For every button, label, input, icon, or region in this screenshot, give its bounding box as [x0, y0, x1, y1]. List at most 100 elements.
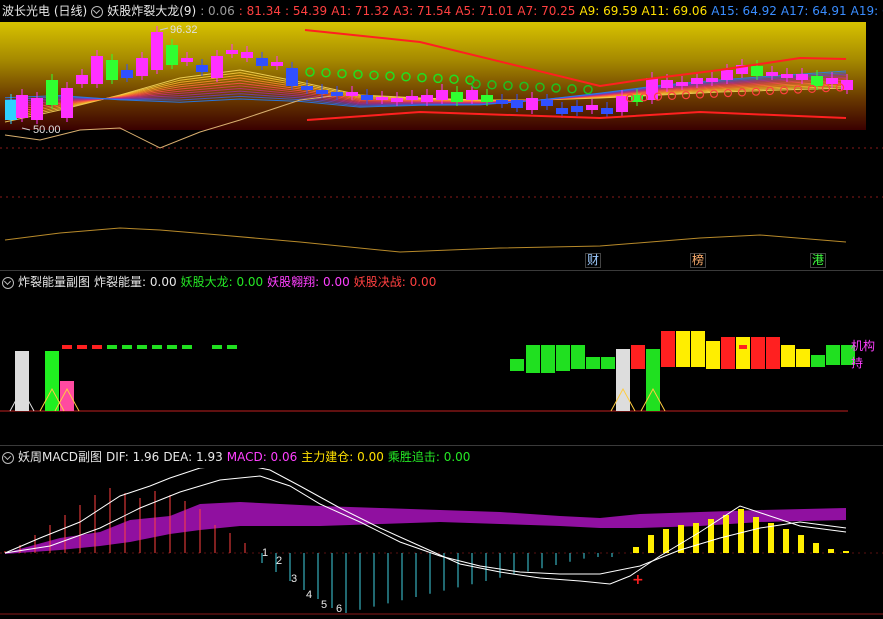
- candle: [511, 100, 523, 108]
- energy-dash: [167, 345, 177, 349]
- energy-bar: [736, 337, 750, 369]
- candle: [556, 108, 568, 114]
- macd-signal-bar: [738, 509, 744, 553]
- candle: [466, 90, 478, 100]
- main-indicator-value-11: A19: 65.44: [850, 4, 883, 18]
- macd-signal-bar: [798, 535, 804, 553]
- macd-indicator-name[interactable]: 妖周MACD副图: [18, 450, 102, 464]
- energy-subchart-panel[interactable]: 炸裂能量副图 炸裂能量: 0.00 妖股大龙: 0.00 妖股翱翔: 0.00 妖股决战…: [0, 270, 883, 446]
- macd-signal-bar: [768, 523, 774, 553]
- main-indicator-value-6: A7: 70.25: [517, 4, 576, 18]
- candle: [601, 108, 613, 114]
- candle: [31, 98, 43, 120]
- macd-signal-bar: [723, 515, 729, 553]
- countdown-label: 2: [276, 555, 282, 567]
- candle: [406, 96, 418, 100]
- energy-dash: [107, 345, 117, 349]
- indicator-dropdown-icon[interactable]: [91, 5, 104, 18]
- candle: [331, 92, 343, 96]
- candle: [571, 106, 583, 112]
- energy-dash: [62, 345, 72, 349]
- main-indicator-name[interactable]: 妖股炸裂大龙(9): [107, 4, 196, 18]
- candle: [61, 88, 73, 118]
- macd-signal-bar: [663, 529, 669, 553]
- macd-subchart-panel[interactable]: 123456 + 妖周MACD副图 DIF: 1.96 DEA: 1.93 MACD:…: [0, 445, 883, 619]
- candle: [5, 100, 17, 120]
- energy-bar: [45, 351, 59, 411]
- macd-indicator-value-1: DEA: 1.93: [163, 450, 223, 464]
- energy-bar: [646, 349, 660, 411]
- main-indicator-value-7: A9: 69.59: [579, 4, 638, 18]
- candle: [16, 95, 28, 118]
- energy-bar: [676, 331, 690, 367]
- energy-dash: [152, 345, 162, 349]
- energy-bar: [811, 355, 825, 367]
- candle: [421, 95, 433, 102]
- macd-subchart-header: 妖周MACD副图 DIF: 1.96 DEA: 1.93 MACD: 0.06 主力建仓…: [0, 446, 883, 468]
- candle: [106, 60, 118, 80]
- macd-cloud-area: [5, 502, 846, 554]
- event-tag-2[interactable]: 港: [810, 253, 827, 268]
- energy-bar: [706, 341, 720, 369]
- main-indicator-value-9: A15: 64.92: [711, 4, 777, 18]
- energy-dash: [77, 345, 87, 349]
- candle: [451, 92, 463, 102]
- energy-bar: [526, 345, 540, 373]
- macd-indicator-value-0: DIF: 1.96: [105, 450, 160, 464]
- event-tag-0[interactable]: 财: [585, 253, 602, 268]
- candle: [316, 90, 328, 94]
- high-price-label: 96.32: [170, 24, 198, 36]
- macd-subchart-canvas: 12345 6 +: [0, 463, 883, 615]
- candle: [811, 76, 823, 86]
- candle: [256, 58, 268, 66]
- candle: [301, 86, 313, 90]
- candle: [766, 72, 778, 76]
- energy-bar: [541, 345, 555, 373]
- energy-dash: [122, 345, 132, 349]
- energy-dash: [92, 345, 102, 349]
- candle: [691, 78, 703, 84]
- candle: [136, 58, 148, 76]
- candle: [706, 78, 718, 82]
- main-chart-header: 波长光电 (日线) 妖股炸裂大龙(9): 0.06: 81.34: 54.39 A1…: [0, 0, 883, 22]
- macd-signal-bar: [813, 543, 819, 553]
- macd-signal-bar: [648, 535, 654, 553]
- subchart2-dropdown-icon[interactable]: [2, 451, 14, 464]
- main-chart-panel[interactable]: 96.32 50.00 波长光电 (日线) 妖股炸裂大龙(9): 0.06: 81…: [0, 0, 883, 270]
- energy-subchart-canvas: [0, 331, 855, 412]
- stock-title[interactable]: 波长光电 (日线): [2, 4, 87, 18]
- candle: [346, 92, 358, 96]
- countdown-label: 1: [262, 547, 268, 559]
- subchart1-dropdown-icon[interactable]: [2, 276, 14, 289]
- energy-bar: [571, 345, 585, 369]
- candle: [271, 62, 283, 66]
- macd-signal-bar: [753, 517, 759, 553]
- energy-dash: [212, 345, 222, 349]
- energy-indicator-value-1: 妖股大龙: 0.00: [180, 275, 264, 289]
- main-indicator-value-4: A3: 71.54: [393, 4, 452, 18]
- candle: [181, 58, 193, 62]
- energy-bar: [616, 349, 630, 411]
- energy-bar: [661, 331, 675, 367]
- energy-indicator-name[interactable]: 炸裂能量副图: [18, 275, 90, 289]
- candle: [541, 100, 553, 106]
- main-indicator-value-2: : 54.39: [284, 4, 328, 18]
- candle: [46, 80, 58, 105]
- candle: [526, 98, 538, 110]
- main-indicator-value-10: A17: 64.91: [780, 4, 847, 18]
- candle: [151, 32, 163, 70]
- macd-signal-bar: [828, 549, 834, 553]
- macd-signal-bar: [708, 519, 714, 553]
- main-indicator-value-0: : 0.06: [200, 4, 235, 18]
- volume-trend-line: [4, 227, 847, 253]
- candle: [166, 45, 178, 65]
- energy-bar: [691, 331, 705, 367]
- candle: [496, 100, 508, 104]
- energy-bar: [781, 345, 795, 367]
- energy-bar: [796, 349, 810, 367]
- candle: [376, 97, 388, 100]
- event-tag-1[interactable]: 榜: [690, 253, 707, 268]
- countdown-label: 3: [291, 573, 297, 585]
- energy-bar: [556, 345, 570, 371]
- macd-indicator-value-4: 乘胜追击: 0.00: [387, 450, 471, 464]
